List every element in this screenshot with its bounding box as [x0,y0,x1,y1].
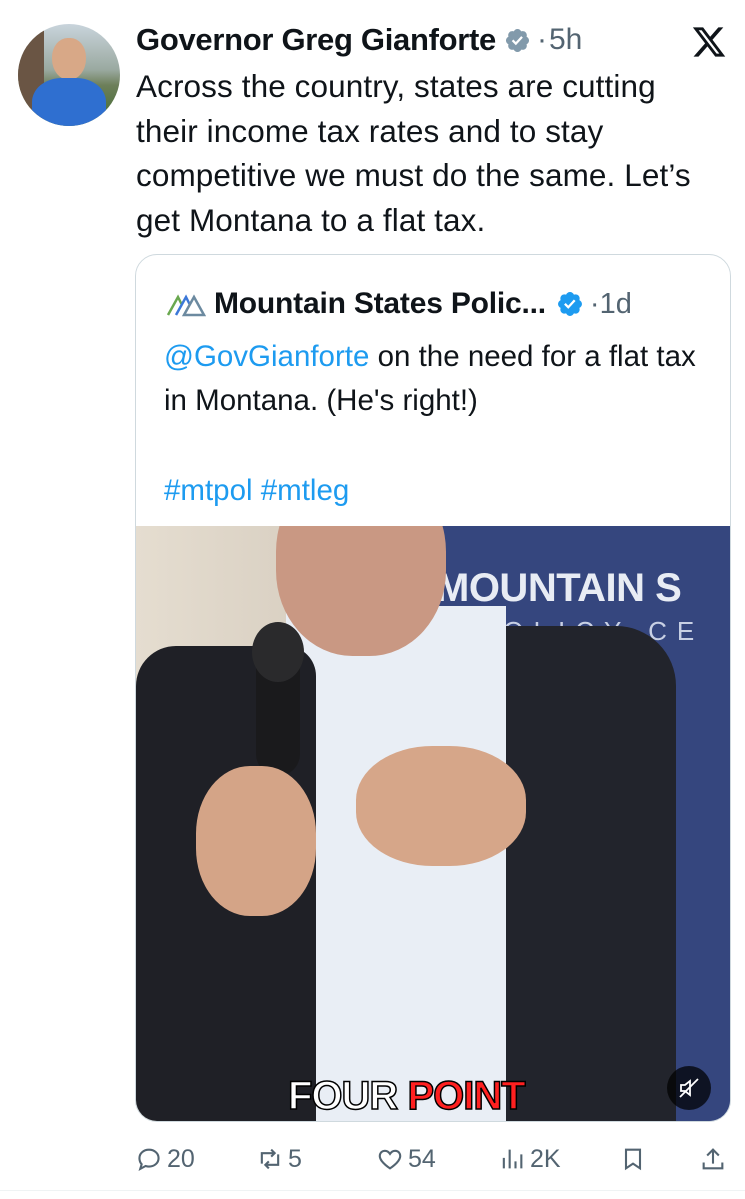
hashtags: #mtpol #mtleg [164,469,349,513]
bookmark-button[interactable] [619,1136,647,1182]
repost-count: 5 [288,1144,302,1173]
share-icon [702,1148,724,1170]
quoted-author-name[interactable]: Mountain States Polic... [214,287,546,321]
avatar-face [52,38,86,80]
author-avatar[interactable] [18,24,120,126]
caption-word: FOUR [287,1073,399,1119]
separator-dot: · [537,23,547,56]
hashtag-link[interactable]: #mtpol [164,474,253,507]
reply-button[interactable]: 20 [135,1136,195,1182]
microphone-head [252,622,304,682]
speaker-hand [196,766,316,916]
verified-badge-icon [505,28,530,52]
views-icon [502,1149,523,1169]
quoted-tweet-timestamp[interactable]: 1d [600,288,632,321]
tweet-header: Governor Greg Gianforte · 5h [136,20,582,60]
quoted-tweet-header: Mountain States Polic... · 1d [166,283,632,325]
quoted-tweet-card[interactable]: Mountain States Polic... · 1d @GovGianfo… [135,254,731,1122]
speaker-hand [356,746,526,866]
x-logo-icon [692,27,726,57]
caption-word: POINT [407,1073,527,1119]
repost-button[interactable]: 5 [256,1136,302,1182]
repost-icon [260,1148,280,1170]
video-player[interactable]: MOUNTAIN S POLICY CE FOUR POINT [136,526,730,1121]
reply-icon [138,1148,160,1172]
views-button[interactable]: 2K [498,1136,561,1182]
bookmark-icon [624,1148,642,1171]
tweet-actions: 20 5 54 2K [0,1136,745,1182]
author-name[interactable]: Governor Greg Gianforte [136,22,496,58]
banner-text: MOUNTAIN S [436,566,682,610]
separator-dot: · [589,287,600,320]
verified-badge-icon [557,292,582,316]
tweet-text: Across the country, states are cutting t… [136,68,691,238]
hashtag-link[interactable]: #mtleg [261,474,350,507]
avatar-shirt [32,78,106,126]
like-button[interactable]: 54 [376,1136,436,1182]
views-count: 2K [530,1144,561,1173]
like-count: 54 [408,1144,436,1173]
tweet-timestamp[interactable]: 5h [549,23,582,57]
reply-count: 20 [167,1144,195,1173]
share-button[interactable] [699,1136,727,1182]
divider [0,1190,745,1191]
muted-speaker-icon [679,1078,699,1098]
speaker-shirt [286,606,506,1121]
mountain-states-logo-icon [166,294,206,317]
heart-icon [378,1149,402,1170]
quoted-tweet-text: @GovGianforte on the need for a flat tax… [164,335,714,423]
mute-button[interactable] [667,1066,711,1110]
video-caption: FOUR POINT [287,1073,527,1119]
mention-link[interactable]: @GovGianforte [164,340,369,373]
